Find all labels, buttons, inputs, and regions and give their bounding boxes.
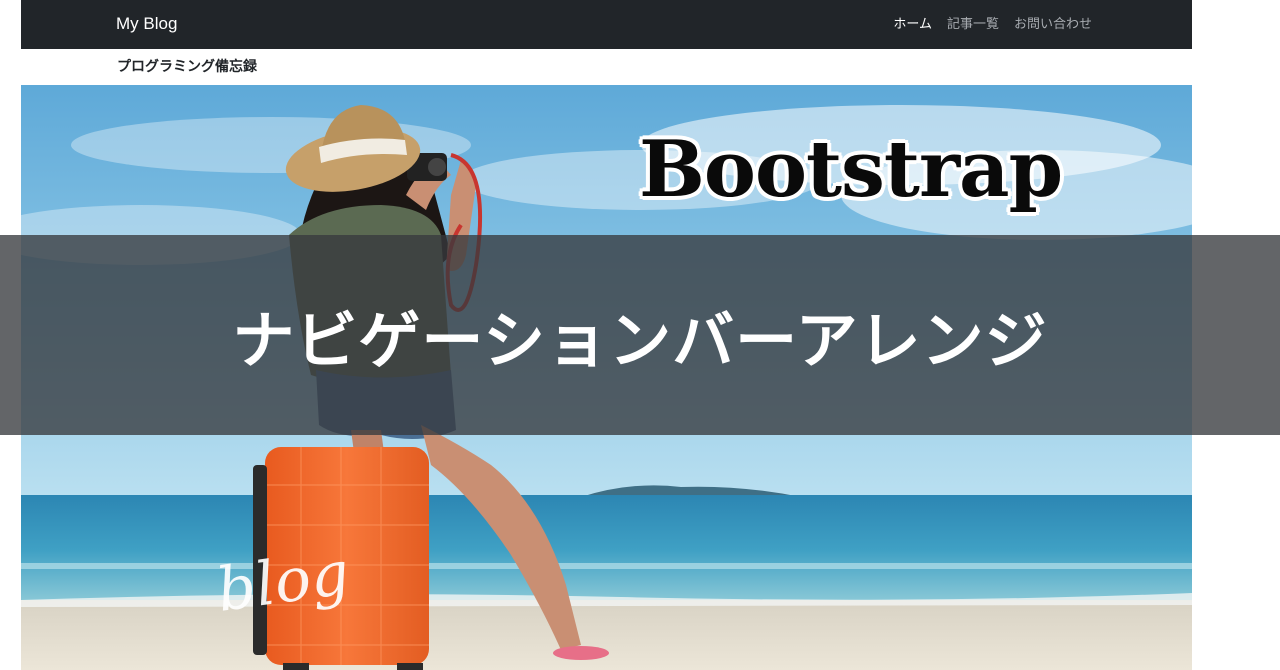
navbar-brand[interactable]: My Blog	[116, 14, 177, 34]
nav-link-articles[interactable]: 記事一覧	[947, 16, 999, 34]
page: My Blog ホーム 記事一覧 お問い合わせ プログラミング備忘録 Boots…	[0, 0, 1280, 670]
hero-title: Bootstrap	[639, 124, 1063, 215]
nav-links: ホーム 記事一覧 お問い合わせ	[893, 16, 1092, 34]
nav-link-home[interactable]: ホーム	[893, 16, 932, 34]
nav-link-contact[interactable]: お問い合わせ	[1014, 16, 1092, 34]
navbar: My Blog ホーム 記事一覧 お問い合わせ	[21, 0, 1192, 49]
banner-heading: ナビゲーションバーアレンジ	[232, 304, 1048, 377]
page-subtitle: プログラミング備忘録	[117, 59, 257, 75]
title-banner: ナビゲーションバーアレンジ	[0, 235, 1280, 435]
